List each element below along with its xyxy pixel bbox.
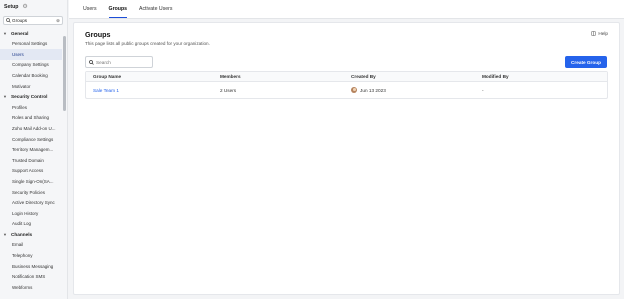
search-icon xyxy=(89,59,94,65)
sidebar-item-trusted-domain[interactable]: Trusted Domain xyxy=(0,155,62,166)
sidebar-search[interactable]: ⊗ xyxy=(3,16,63,25)
sidebar-item-users[interactable]: Users xyxy=(0,49,62,60)
sidebar-item-login-history[interactable]: Login History xyxy=(0,208,62,219)
table-header: Group Name Members Created By Modified B… xyxy=(86,72,607,82)
sidebar-scrollbar[interactable] xyxy=(63,36,66,111)
sidebar-item-company-settings[interactable]: Company Settings xyxy=(0,60,62,71)
groups-table: Group Name Members Created By Modified B… xyxy=(85,71,608,99)
sidebar-item-active-directory-sync[interactable]: Active Directory Sync xyxy=(0,197,62,208)
sidebar-title: Setup xyxy=(4,4,19,10)
sidebar-section-channels[interactable]: ▼ Channels xyxy=(0,229,62,240)
help-book-icon xyxy=(591,31,597,36)
sidebar-section-security-control[interactable]: ▼ Security Control xyxy=(0,91,62,102)
sidebar-menu: ▼ General Personal Settings Users Company Se… xyxy=(0,28,62,293)
sidebar-section-general[interactable]: ▼ General xyxy=(0,28,62,39)
column-header-modified-by[interactable]: Modified By xyxy=(475,74,607,79)
sidebar-item-roles-and-sharing[interactable]: Roles and Sharing xyxy=(0,113,62,124)
created-by-cell: Jun 13 2023 xyxy=(344,87,475,93)
tab-users[interactable]: Users xyxy=(83,0,97,18)
modified-by-cell: - xyxy=(482,87,484,93)
gear-icon[interactable]: ⚙ xyxy=(22,4,27,10)
chevron-down-icon: ▼ xyxy=(3,94,7,100)
sidebar-item-email[interactable]: Email xyxy=(0,240,62,251)
search-icon xyxy=(4,18,12,23)
sidebar-item-compliance-settings[interactable]: Compliance Settings xyxy=(0,134,62,145)
sidebar-item-personal-settings[interactable]: Personal Settings xyxy=(0,39,62,50)
created-date: Jun 13 2023 xyxy=(360,87,386,93)
clear-search-icon[interactable]: ⊗ xyxy=(54,18,62,24)
sidebar-search-input[interactable] xyxy=(12,18,54,23)
table-row[interactable]: Sale Team 1 2 Users Jun 13 2023 - xyxy=(86,82,607,98)
sidebar-item-profiles[interactable]: Profiles xyxy=(0,102,62,113)
sidebar-item-business-messaging[interactable]: Business Messaging xyxy=(0,261,62,272)
sidebar-item-support-access[interactable]: Support Access xyxy=(0,166,62,177)
sidebar-section-label: Channels xyxy=(11,231,33,237)
setup-sidebar: Setup ⚙ ⊗ ▼ General Personal SettingsUsers… xyxy=(0,0,68,299)
sidebar-item-zoho-mail-add-on-u[interactable]: Zoho Mail Add-on U... xyxy=(0,123,62,134)
tab-activate-users[interactable]: Activate Users xyxy=(139,0,172,18)
sidebar-section-label: Security Control xyxy=(11,94,48,100)
chevron-down-icon: ▼ xyxy=(3,30,7,36)
column-header-created-by[interactable]: Created By xyxy=(344,74,475,79)
sidebar-item-telephony[interactable]: Telephony xyxy=(0,250,62,261)
sidebar-item-notification-sms[interactable]: Notification SMS xyxy=(0,271,62,282)
members-count: 2 Users xyxy=(220,87,237,93)
groups-search[interactable] xyxy=(85,56,153,68)
column-header-group-name[interactable]: Group Name xyxy=(86,74,213,79)
create-group-button[interactable]: Create Group xyxy=(565,56,607,68)
sidebar-item-motivator[interactable]: Motivator xyxy=(0,81,62,92)
groups-panel: Groups This page lists all public groups… xyxy=(73,22,620,295)
sidebar-item-territory-managem[interactable]: Territory Managem... xyxy=(0,144,62,155)
group-name-link[interactable]: Sale Team 1 xyxy=(86,88,213,93)
help-label: Help xyxy=(598,31,608,36)
sidebar-section-label: General xyxy=(11,30,29,36)
groups-search-input[interactable] xyxy=(96,59,152,65)
tab-groups[interactable]: Groups xyxy=(108,0,127,18)
sidebar-item-security-policies[interactable]: Security Policies xyxy=(0,187,62,198)
sidebar-item-audit-log[interactable]: Audit Log xyxy=(0,219,62,230)
chevron-down-icon: ▼ xyxy=(3,231,7,237)
sidebar-header: Setup ⚙ xyxy=(0,0,67,14)
help-link[interactable]: Help xyxy=(591,31,608,36)
sidebar-item-webforms[interactable]: Webforms xyxy=(0,282,62,293)
avatar xyxy=(351,87,357,93)
page-subtitle: This page lists all public groups create… xyxy=(85,41,210,46)
page-title: Groups xyxy=(85,30,111,39)
column-header-members[interactable]: Members xyxy=(213,74,344,79)
tab-bar: Users Groups Activate Users xyxy=(69,0,624,19)
sidebar-item-single-sign-on-sa[interactable]: Single Sign-On(SA... xyxy=(0,176,62,187)
sidebar-item-calendar-booking[interactable]: Calendar Booking xyxy=(0,70,62,81)
